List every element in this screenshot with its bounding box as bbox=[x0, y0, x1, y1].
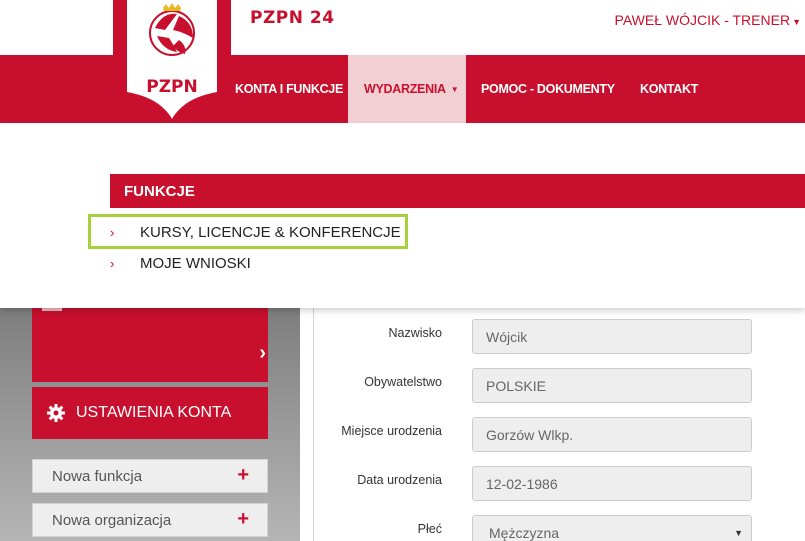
gender-select[interactable]: Mężczyzna ▼ bbox=[472, 515, 752, 541]
user-name: PAWEŁ WÓJCIK - TRENER bbox=[614, 12, 791, 28]
account-settings-button[interactable]: USTAWIENIA KONTA bbox=[32, 387, 268, 439]
chevron-right-icon: › bbox=[110, 224, 115, 240]
button-label: Nowa funkcja bbox=[52, 467, 143, 485]
caret-down-icon: ▼ bbox=[792, 17, 801, 27]
nav-label: KONTAKT bbox=[640, 82, 699, 96]
dropdown-header: FUNKCJE bbox=[110, 174, 805, 208]
field-value: Wójcik bbox=[486, 328, 528, 345]
brand-title: PZPN 24 bbox=[250, 8, 335, 28]
menu-item-label: MOJE WNIOSKI bbox=[140, 254, 251, 272]
chevron-right-icon: › bbox=[110, 255, 115, 271]
label-nazwisko: Nazwisko bbox=[388, 326, 443, 340]
nav-konta-i-funkcje[interactable]: KONTA I FUNKCJE bbox=[235, 55, 343, 123]
new-organization-button[interactable]: Nowa organizacja + bbox=[32, 503, 268, 537]
nav-label: KONTA I FUNKCJE bbox=[235, 82, 344, 96]
label-miejsce-urodzenia: Miejsce urodzenia bbox=[341, 424, 442, 438]
button-label: Nowa organizacja bbox=[52, 511, 172, 529]
tile-decoration bbox=[42, 308, 62, 311]
label-data-urodzenia: Data urodzenia bbox=[357, 473, 442, 487]
nav-wydarzenia[interactable]: WYDARZENIA ▼ bbox=[348, 55, 466, 123]
nav-kontakt[interactable]: KONTAKT bbox=[640, 55, 698, 123]
caret-down-icon: ▼ bbox=[734, 527, 743, 538]
field-value: 12-02-1986 bbox=[486, 475, 558, 492]
settings-label: USTAWIENIA KONTA bbox=[76, 404, 232, 421]
chevron-right-icon: › bbox=[259, 342, 266, 364]
events-dropdown-menu: FUNKCJE › KURSY, LICENCJE & KONFERENCJE … bbox=[0, 123, 805, 308]
sidebar-tile[interactable]: › bbox=[32, 308, 268, 382]
field-value: Gorzów Wlkp. bbox=[486, 426, 574, 443]
label-obywatelstwo: Obywatelstwo bbox=[364, 375, 442, 389]
new-function-button[interactable]: Nowa funkcja + bbox=[32, 459, 268, 493]
menu-item-kursy-licencje-konferencje[interactable]: › KURSY, LICENCJE & KONFERENCJE bbox=[110, 220, 401, 244]
caret-down-icon: ▼ bbox=[450, 84, 459, 94]
gear-icon bbox=[47, 404, 65, 422]
label-plec: Płeć bbox=[417, 522, 442, 536]
menu-item-moje-wnioski[interactable]: › MOJE WNIOSKI bbox=[110, 251, 251, 275]
menu-item-label: KURSY, LICENCJE & KONFERENCJE bbox=[140, 223, 401, 241]
field-value: POLSKIE bbox=[486, 377, 546, 394]
citizenship-field[interactable]: POLSKIE bbox=[472, 368, 752, 403]
field-value: Mężczyzna bbox=[489, 524, 560, 541]
plus-icon: + bbox=[237, 464, 249, 486]
user-menu[interactable]: PAWEŁ WÓJCIK - TRENER ▼ bbox=[615, 12, 801, 28]
nav-label: POMOC - DOKUMENTY bbox=[481, 82, 615, 96]
surname-field[interactable]: Wójcik bbox=[472, 319, 752, 354]
birthplace-field[interactable]: Gorzów Wlkp. bbox=[472, 417, 752, 452]
plus-icon: + bbox=[237, 508, 249, 530]
logo-text: PZPN bbox=[146, 77, 197, 97]
nav-label: WYDARZENIA bbox=[364, 82, 446, 96]
birthdate-field[interactable]: 12-02-1986 bbox=[472, 466, 752, 501]
nav-pomoc-dokumenty[interactable]: POMOC - DOKUMENTY bbox=[481, 55, 615, 123]
pzpn-logo[interactable]: PZPN bbox=[113, 0, 231, 126]
